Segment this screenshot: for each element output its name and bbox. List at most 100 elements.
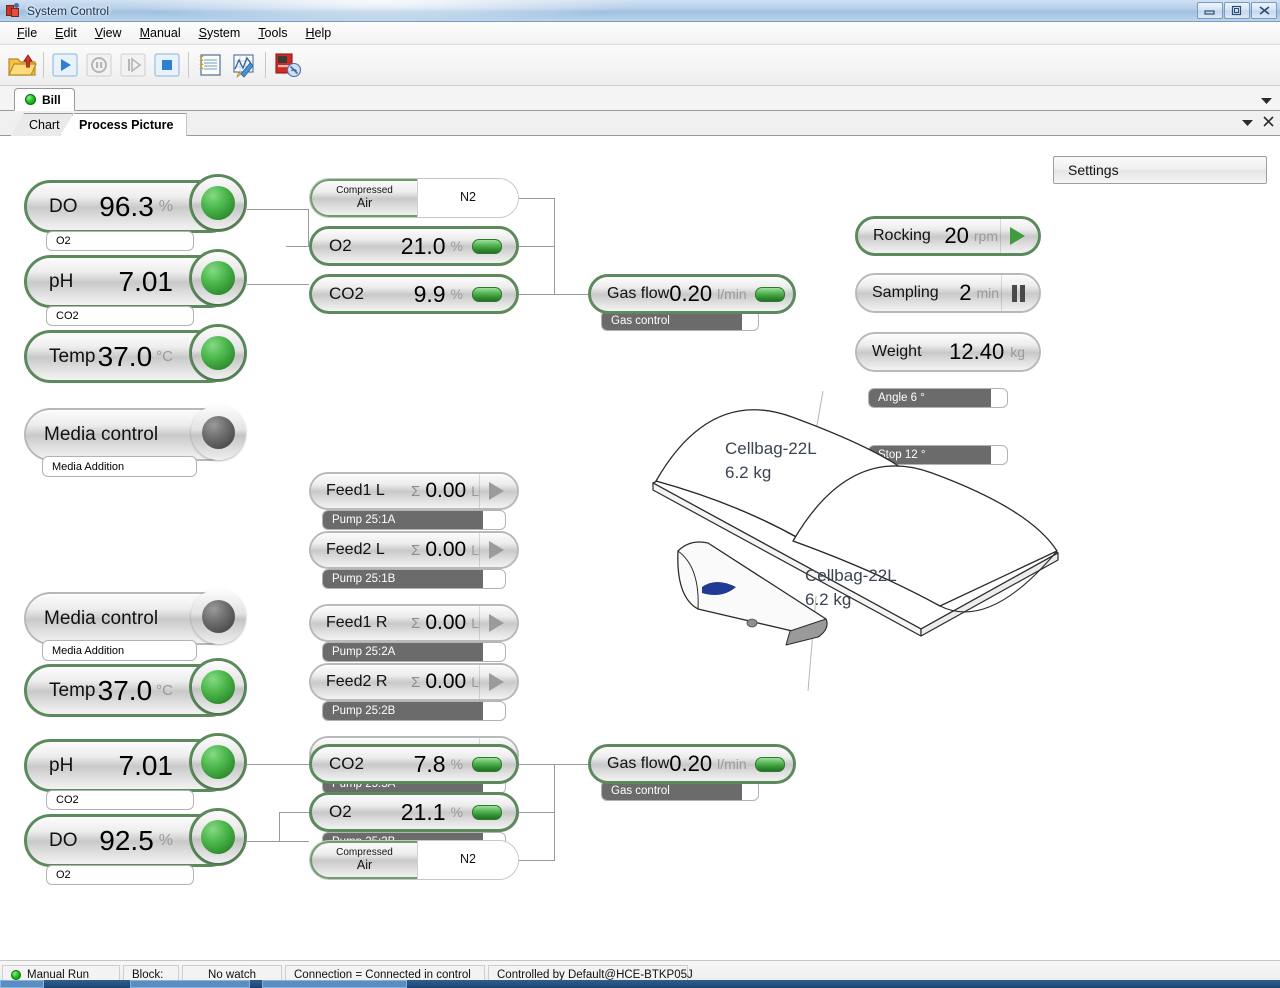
gas-pill-co2-top[interactable]: CO2 9.9 % <box>309 274 519 314</box>
sensor-label: DO <box>49 829 78 851</box>
close-icon[interactable] <box>1251 2 1277 19</box>
sublabel-text: Pump 25:1A <box>323 511 483 529</box>
status-block-label-text: Block: <box>132 968 164 981</box>
gas-unit: % <box>450 238 463 254</box>
wire <box>519 764 555 765</box>
sampling-pause-icon[interactable] <box>1001 275 1035 311</box>
title-bar: System Control <box>0 0 1280 22</box>
sampling-pill[interactable]: Sampling 2 min <box>855 273 1041 313</box>
device-disconnect-icon[interactable] <box>271 49 303 81</box>
toggle-option-compressed-air[interactable]: Compressed Air <box>310 179 417 217</box>
chevron-down-icon[interactable] <box>1261 94 1272 108</box>
sigma-icon: Σ <box>411 673 421 691</box>
sensor-unit: °C <box>156 682 173 699</box>
sensor-indicator-temp-bottom[interactable] <box>189 658 247 716</box>
gas-flow-pill-top[interactable]: Gas flow 0.20 l/min <box>588 274 796 314</box>
pump-play-icon[interactable] <box>479 533 513 567</box>
weight-pill[interactable]: Weight 12.40 kg <box>855 332 1041 372</box>
sensor-indicator-do-top[interactable] <box>189 174 247 232</box>
restore-icon[interactable] <box>1224 2 1250 19</box>
minimize-icon[interactable] <box>1197 2 1223 19</box>
sublabel-text: O2 <box>56 235 71 247</box>
pump-play-icon[interactable] <box>479 606 513 640</box>
sensor-indicator-ph-bottom[interactable] <box>189 733 247 791</box>
pump-value: 0.00 <box>425 611 467 634</box>
run-status-led-icon <box>11 969 21 980</box>
sensor-value: 7.01 <box>118 749 174 781</box>
menu-item-edit[interactable]: Edit <box>46 23 86 43</box>
pump-pill-feed2-r[interactable]: Feed2 R Σ 0.00 L <box>309 663 519 701</box>
gas-pill-o2-bottom[interactable]: O2 21.1 % <box>309 792 519 832</box>
gas-pill-o2-top[interactable]: O2 21.0 % <box>309 226 519 266</box>
media-control-indicator-top[interactable] <box>191 405 246 460</box>
wire <box>519 246 555 247</box>
sensor-sublabel-do-top: O2 <box>46 231 194 251</box>
pump-unit: L <box>471 542 479 558</box>
pump-label: Feed2 L <box>326 541 385 558</box>
stop-icon[interactable] <box>151 49 183 81</box>
sublabel-text: Pump 25:2A <box>323 643 483 661</box>
pump-play-icon[interactable] <box>479 474 513 508</box>
rocking-pill[interactable]: Rocking 20 rpm <box>855 216 1041 256</box>
pump-play-icon[interactable] <box>479 665 513 699</box>
sublabel-text: Media Addition <box>52 644 125 657</box>
gas-label: O2 <box>329 236 352 255</box>
wire <box>519 294 555 295</box>
media-control-label: Media control <box>44 607 159 629</box>
air-n2-toggle-bottom[interactable]: Compressed Air N2 <box>309 840 519 880</box>
toggle-option-n2[interactable]: N2 <box>417 179 518 217</box>
sensor-label: DO <box>49 195 78 217</box>
sensor-indicator-ph-top[interactable] <box>189 249 247 307</box>
wire <box>279 812 309 813</box>
open-folder-icon[interactable] <box>6 49 38 81</box>
sensor-sublabel-do-bottom: O2 <box>46 865 194 885</box>
sensor-indicator-temp-top[interactable] <box>189 324 247 382</box>
sub-tab-controls <box>1242 116 1274 130</box>
status-led-icon <box>25 94 36 105</box>
sensor-value: 96.3 <box>99 190 154 222</box>
pause-icon <box>83 49 115 81</box>
menu-item-manual[interactable]: Manual <box>131 23 190 43</box>
wire <box>286 246 310 247</box>
bill-tab-bar: Bill <box>0 86 1280 111</box>
menu-item-system[interactable]: System <box>190 23 250 43</box>
tab-list-chevron-down-icon[interactable] <box>1242 116 1253 130</box>
pump-pill-feed2-l[interactable]: Feed2 L Σ 0.00 L <box>309 531 519 569</box>
chart-brush-icon[interactable] <box>228 49 260 81</box>
menu-item-view[interactable]: View <box>86 23 131 43</box>
notebook-icon[interactable] <box>194 49 226 81</box>
tab-bill[interactable]: Bill <box>14 88 75 111</box>
sublabel-text: O2 <box>56 869 71 881</box>
wire <box>247 209 309 210</box>
tab-process-picture[interactable]: Process Picture <box>60 113 187 136</box>
gas-indicator-co2-top <box>472 286 502 302</box>
pump-sublabel-feed1-r: Pump 25:2A <box>322 642 506 662</box>
rocking-play-icon[interactable] <box>1000 219 1034 253</box>
window-controls <box>1197 2 1277 19</box>
sampling-unit: min <box>976 285 999 301</box>
sensor-indicator-do-bottom[interactable] <box>189 808 247 866</box>
toggle-option-n2[interactable]: N2 <box>417 841 518 879</box>
pump-pill-feed1-r[interactable]: Feed1 R Σ 0.00 L <box>309 604 519 642</box>
rocking-value: 20 <box>944 223 969 248</box>
window-title: System Control <box>27 3 110 18</box>
pump-label: Feed1 L <box>326 482 385 499</box>
menu-item-tools[interactable]: Tools <box>249 23 296 43</box>
air-n2-toggle-top[interactable]: Compressed Air N2 <box>309 178 519 218</box>
play-icon[interactable] <box>49 49 81 81</box>
sublabel-text: CO2 <box>56 310 79 322</box>
pump-pill-feed1-l[interactable]: Feed1 L Σ 0.00 L <box>309 472 519 510</box>
sublabel-text: Pump 25:1B <box>323 570 483 588</box>
sensor-value: 37.0 <box>97 340 153 372</box>
settings-button[interactable]: Settings <box>1053 156 1267 184</box>
tab-close-icon[interactable] <box>1263 116 1274 130</box>
sigma-icon: Σ <box>411 614 421 632</box>
gas-label: CO2 <box>329 754 364 773</box>
gas-pill-co2-bottom[interactable]: CO2 7.8 % <box>309 744 519 784</box>
menu-item-help[interactable]: Help <box>296 23 340 43</box>
menu-item-file[interactable]: File <box>8 23 46 43</box>
process-picture-canvas: Settings DO 96.3 % O2 pH 7.01 CO2 Temp 3… <box>0 136 1280 960</box>
toggle-option-compressed-air[interactable]: Compressed Air <box>310 841 417 879</box>
media-control-indicator-bottom[interactable] <box>191 589 246 644</box>
sensor-label: pH <box>49 754 74 776</box>
